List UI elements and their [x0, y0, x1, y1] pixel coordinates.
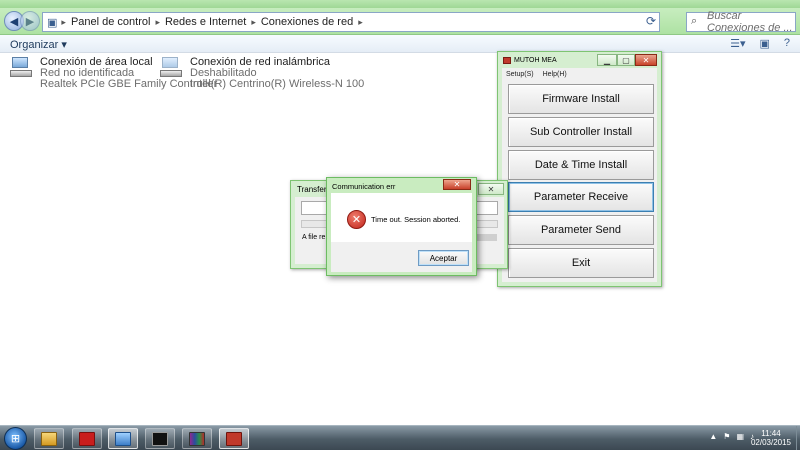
mutoh-app-icon [503, 57, 511, 64]
maximize-button[interactable]: ▢ [617, 54, 635, 66]
taskbar-clock[interactable]: 11:44 02/03/2015 [748, 429, 794, 447]
breadcrumb-chevron-icon: ▸ [155, 16, 160, 27]
mutoh-title: MUTOH MEA [514, 57, 557, 64]
communication-error-dialog: Communication err ✕ ✕ Time out. Session … [326, 177, 477, 276]
dialog-close-button[interactable]: ✕ [443, 179, 471, 190]
transfer-title: Transferi [297, 185, 329, 194]
tray-expand-icon[interactable]: ▲ [709, 432, 717, 441]
pmc-app-icon [226, 431, 242, 446]
transfer-file-text: A file re [302, 234, 326, 241]
dialog-message-area: ✕ Time out. Session aborted. [331, 193, 472, 242]
search-input[interactable]: ⌕ Buscar Conexiones de ... [686, 10, 796, 34]
error-message: Time out. Session aborted. [371, 215, 461, 224]
taskbar-console[interactable] [145, 428, 175, 449]
taskbar-winrar[interactable] [182, 428, 212, 449]
control-panel-icon [115, 431, 131, 446]
taskbar-pdf[interactable] [72, 428, 102, 449]
network-tray-icon[interactable]: ▦ [736, 432, 744, 441]
view-options-icon[interactable]: ☰▾ [730, 37, 745, 50]
help-icon[interactable]: ? [784, 37, 790, 50]
network-folder-icon: ▣ [47, 16, 58, 29]
exit-button[interactable]: Exit [508, 248, 654, 278]
menu-setup[interactable]: Setup(S) [506, 71, 534, 78]
transfer-status-strip [477, 234, 497, 241]
search-icon: ⌕ [691, 15, 698, 27]
organize-label: Organizar [10, 39, 59, 51]
adapter-device: Intel(R) Centrino(R) Wireless-N 100 [190, 78, 365, 90]
transfer-close-button[interactable]: ✕ [478, 183, 504, 195]
breadcrumb-chevron-icon: ▸ [61, 16, 66, 27]
transfer-window-controls: ✕ [478, 183, 504, 195]
dialog-client-area: ✕ Time out. Session aborted. Aceptar [331, 193, 472, 272]
taskbar-pmc-app[interactable] [219, 428, 249, 449]
parameter-send-button[interactable]: Parameter Send [508, 215, 654, 245]
arrow-left-icon: ◀ [9, 15, 19, 28]
explorer-icon [41, 431, 57, 446]
dialog-title: Communication err [332, 182, 396, 191]
mutoh-mea-window: MUTOH MEA ▁ ▢ ✕ Setup(S) Help(H) Firmwar… [497, 51, 662, 287]
address-bar-row: ◀ ▶ ▣ ▸ Panel de control ▸ Redes e Inter… [0, 8, 800, 35]
network-adapter-icon [10, 57, 34, 79]
breadcrumb-network-internet[interactable]: Redes e Internet [165, 16, 246, 28]
minimize-button[interactable]: ▁ [597, 54, 617, 66]
command-bar: Organizar ▾ ☰▾ ▣ ? [0, 35, 800, 53]
mutoh-window-controls: ▁ ▢ ✕ [597, 54, 657, 66]
organize-button[interactable]: Organizar ▾ [10, 38, 67, 51]
taskbar: ⊞ ▲ ⚑ ▦ ♪ 11:44 02/03/2015 [0, 425, 800, 450]
arrow-right-icon: ▶ [25, 15, 35, 28]
firmware-install-button[interactable]: Firmware Install [508, 84, 654, 114]
console-icon [152, 431, 168, 446]
address-field[interactable]: ▣ ▸ Panel de control ▸ Redes e Internet … [42, 12, 660, 32]
pdf-icon [79, 431, 95, 446]
show-desktop-button[interactable] [796, 426, 800, 450]
error-icon: ✕ [347, 210, 366, 229]
wireless-adapter-icon [160, 57, 184, 79]
preview-pane-icon[interactable]: ▣ [759, 37, 769, 50]
date-time-install-button[interactable]: Date & Time Install [508, 150, 654, 180]
winrar-icon [189, 431, 205, 446]
menu-help[interactable]: Help(H) [543, 71, 567, 78]
breadcrumb-control-panel[interactable]: Panel de control [71, 16, 151, 28]
mutoh-client-area: Firmware Install Sub Controller Install … [502, 80, 657, 282]
search-placeholder: Buscar Conexiones de ... [707, 10, 793, 34]
taskbar-explorer[interactable] [34, 428, 64, 449]
breadcrumb-chevron-icon: ▸ [251, 16, 256, 27]
accept-button[interactable]: Aceptar [418, 250, 469, 266]
forward-button[interactable]: ▶ [20, 11, 40, 31]
parameter-receive-button[interactable]: Parameter Receive [508, 182, 654, 212]
taskbar-control-panel[interactable] [108, 428, 138, 449]
close-icon: ✕ [453, 180, 461, 189]
windows-logo-icon: ⊞ [10, 433, 21, 445]
start-button[interactable]: ⊞ [4, 427, 27, 450]
close-button[interactable]: ✕ [635, 54, 657, 66]
clock-date: 02/03/2015 [750, 438, 792, 447]
sub-controller-install-button[interactable]: Sub Controller Install [508, 117, 654, 147]
mutoh-titlebar: MUTOH MEA [503, 57, 557, 64]
adapter-wireless[interactable]: Conexión de red inalámbrica Deshabilitad… [160, 57, 365, 90]
breadcrumb-network-connections[interactable]: Conexiones de red [261, 16, 353, 28]
action-center-flag-icon[interactable]: ⚑ [723, 432, 730, 441]
refresh-icon[interactable]: ⟳ [646, 14, 656, 28]
breadcrumb-chevron-icon: ▸ [358, 16, 363, 27]
mutoh-menubar: Setup(S) Help(H) [502, 68, 657, 80]
clock-time: 11:44 [761, 429, 781, 438]
explorer-titlebar [0, 0, 800, 8]
